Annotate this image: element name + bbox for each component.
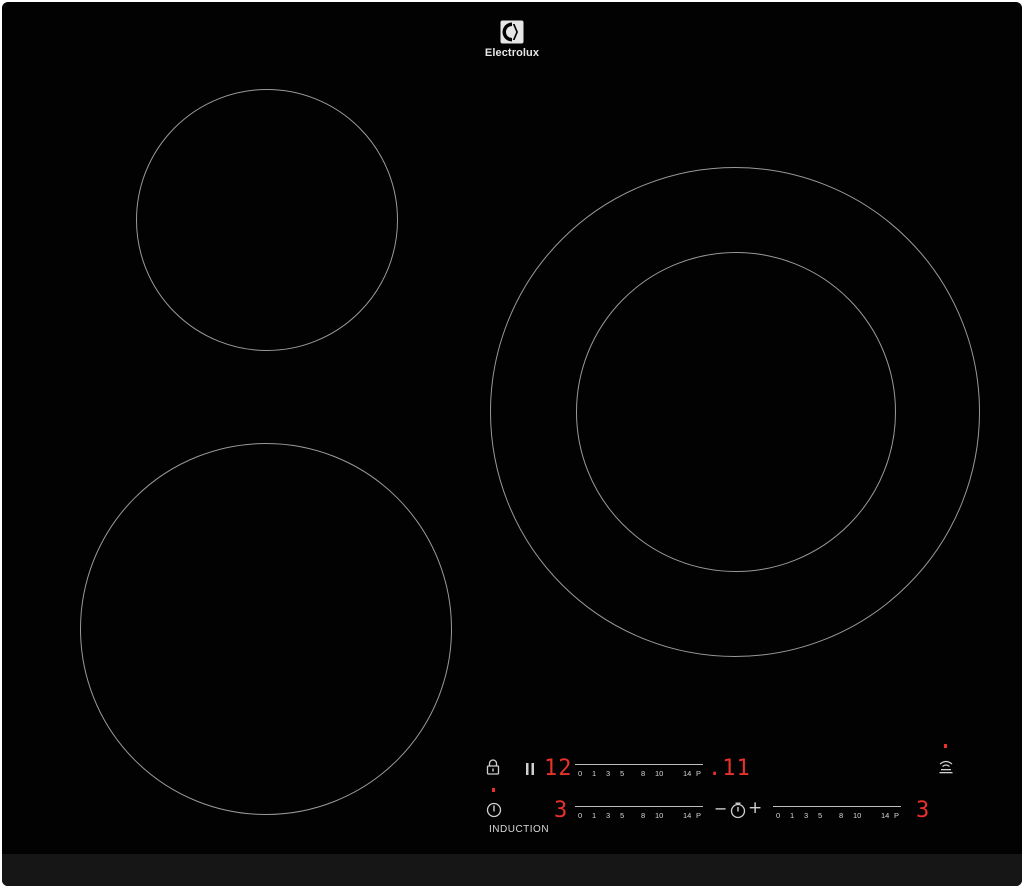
slider-tick: 10 [853, 811, 862, 820]
hob2hood-indicator-led [944, 744, 947, 748]
slider-tick: P [696, 769, 702, 778]
power-slider-row1[interactable]: 0 1 3 5 8 10 14 P [575, 762, 703, 782]
cooktop-front-edge [2, 854, 1022, 886]
slider-tick: 14 [683, 769, 692, 778]
timer-plus-button[interactable]: + [748, 799, 762, 817]
slider-tick: 8 [839, 811, 844, 820]
cooking-zone-front-left [80, 443, 452, 815]
slider-tick: 14 [881, 811, 890, 820]
slider-tick: 1 [592, 769, 597, 778]
timer-minus-button[interactable]: − [714, 800, 727, 818]
pause-icon[interactable] [524, 762, 536, 776]
slider-tick: 1 [592, 811, 597, 820]
power-slider-row2-left[interactable]: 0 1 3 5 8 10 14 P [575, 804, 703, 824]
lock-indicator-led [492, 788, 495, 792]
brand-logo: Electrolux [472, 20, 552, 59]
slider-tick: 3 [606, 769, 611, 778]
slider-tick: 0 [578, 811, 583, 820]
electrolux-logo-icon [500, 20, 524, 44]
slider-tick: 10 [655, 811, 664, 820]
slider-track [575, 764, 703, 765]
induction-cooktop: Electrolux 12 0 1 3 5 8 10 14 P .11 3 0 … [2, 2, 1022, 886]
slider-tick: P [894, 811, 900, 820]
induction-label: INDUCTION [489, 824, 550, 835]
power-slider-row2-right[interactable]: 0 1 3 5 8 10 14 P [773, 804, 901, 824]
slider-track [575, 806, 703, 807]
slider-tick: 14 [683, 811, 692, 820]
lock-icon[interactable] [486, 759, 500, 775]
slider-tick: 8 [641, 769, 646, 778]
cooking-zone-right-inner [576, 252, 896, 572]
slider-tick: 5 [620, 769, 625, 778]
slider-tick: 10 [655, 769, 664, 778]
timer-icon[interactable] [729, 801, 747, 819]
timer-display: .11 [708, 756, 751, 781]
slider-tick: P [696, 811, 702, 820]
slider-tick: 3 [606, 811, 611, 820]
slider-track [773, 806, 901, 807]
slider-tick: 8 [641, 811, 646, 820]
slider-tick: 5 [818, 811, 823, 820]
slider-tick: 0 [578, 769, 583, 778]
hob2hood-icon[interactable] [938, 759, 954, 775]
brand-name: Electrolux [484, 47, 540, 59]
cooking-zone-rear-left [136, 89, 398, 351]
slider-tick: 1 [790, 811, 795, 820]
slider-tick: 3 [804, 811, 809, 820]
zone-level-display-right: 3 [916, 798, 931, 823]
zone-level-display-left: 3 [554, 798, 569, 823]
slider-tick: 0 [776, 811, 781, 820]
power-icon[interactable] [486, 802, 502, 818]
power-level-display: 12 [544, 756, 573, 781]
slider-tick: 5 [620, 811, 625, 820]
